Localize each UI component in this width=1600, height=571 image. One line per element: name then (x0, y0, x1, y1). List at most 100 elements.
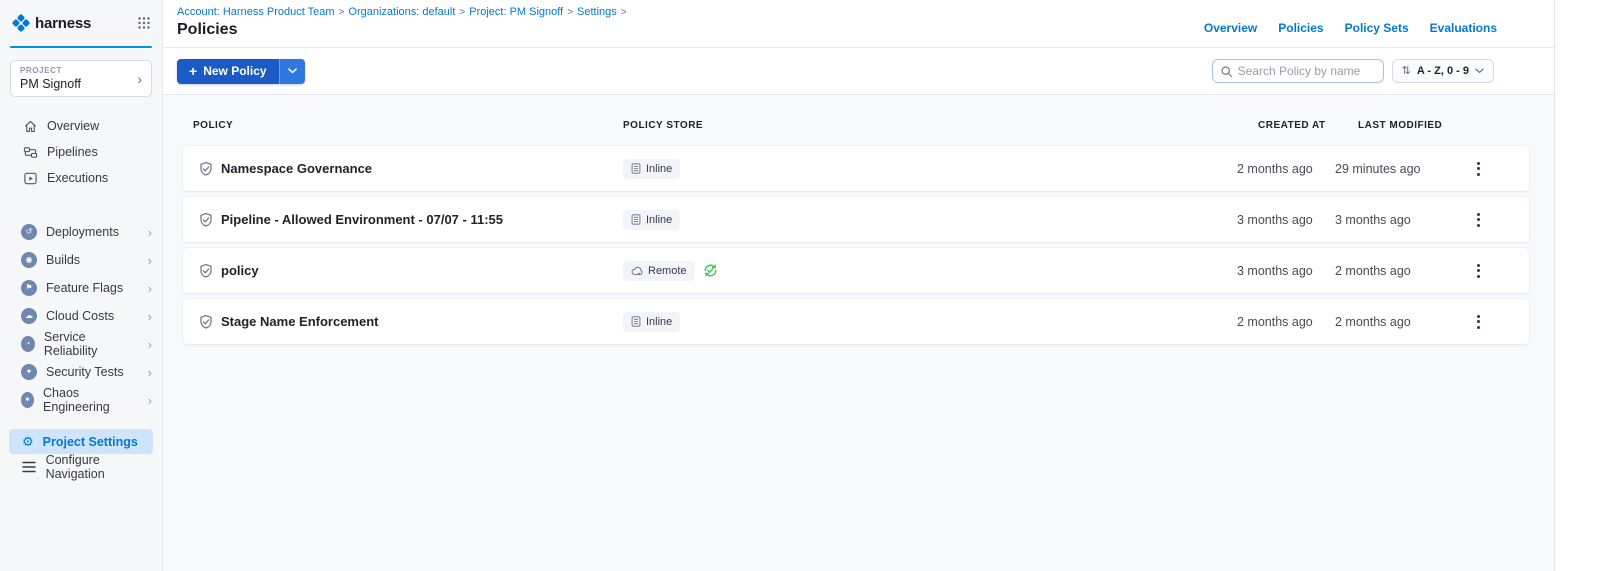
sidebar-item-configure-navigation[interactable]: Configure Navigation (0, 454, 162, 480)
created-at: 2 months ago (1237, 162, 1335, 176)
policy-store-badge: Inline (623, 312, 680, 332)
breadcrumb-organization[interactable]: Organizations: default (348, 6, 455, 18)
policy-name: Namespace Governance (221, 161, 372, 176)
sidebar-item-label: Deployments (46, 225, 119, 239)
row-menu-button[interactable] (1471, 260, 1486, 282)
brand-name: harness (35, 15, 91, 32)
toolbar: + New Policy ⇅ A - Z, 0 - 9 (163, 48, 1554, 95)
service-reliability-icon: ◔ (21, 336, 35, 352)
sidebar-item-feature-flags[interactable]: ⚑ Feature Flags › (0, 274, 162, 302)
breadcrumb-separator: > (339, 7, 345, 18)
sidebar-item-label: Chaos Engineering (43, 386, 130, 414)
table-row[interactable]: Stage Name Enforcement Inline 2 months a… (183, 299, 1529, 344)
policies-table: POLICY POLICY STORE CREATED AT LAST MODI… (163, 95, 1554, 571)
sync-success-icon (703, 263, 718, 278)
last-modified: 2 months ago (1335, 315, 1471, 329)
sidebar-modules-nav: ↺ Deployments › ◉ Builds › ⚑ Feature Fla… (0, 218, 162, 414)
sidebar-item-service-reliability[interactable]: ◔ Service Reliability › (0, 330, 162, 358)
plus-icon: + (189, 64, 197, 78)
sidebar-item-cloud-costs[interactable]: ☁ Cloud Costs › (0, 302, 162, 330)
breadcrumb-separator: > (621, 7, 627, 18)
policy-shield-check-icon (198, 212, 214, 228)
policy-name: policy (221, 263, 259, 278)
sort-dropdown[interactable]: ⇅ A - Z, 0 - 9 (1392, 59, 1494, 83)
harness-logo[interactable]: harness (12, 14, 91, 32)
tab-overview[interactable]: Overview (1204, 21, 1257, 35)
sidebar-item-label: Feature Flags (46, 281, 123, 295)
sidebar-item-label: Service Reliability (44, 330, 130, 358)
home-icon (22, 119, 38, 134)
chevron-down-icon (1475, 68, 1484, 74)
last-modified: 2 months ago (1335, 264, 1471, 278)
governance-tabs: Overview Policies Policy Sets Evaluation… (1204, 8, 1497, 47)
policy-name: Pipeline - Allowed Environment - 07/07 -… (221, 212, 503, 227)
chevron-right-icon: › (148, 253, 152, 268)
sidebar: harness PROJECT PM Signoff › Overview Pi… (0, 0, 163, 571)
feature-flags-icon: ⚑ (21, 280, 37, 296)
sidebar-item-executions[interactable]: Executions (0, 165, 162, 191)
created-at: 3 months ago (1237, 213, 1335, 227)
chevron-right-icon: › (148, 309, 152, 324)
policy-shield-check-icon (198, 263, 214, 279)
breadcrumb-separator: > (459, 7, 465, 18)
row-menu-button[interactable] (1471, 158, 1486, 180)
sidebar-item-label: Overview (47, 119, 99, 133)
executions-icon (22, 171, 38, 186)
breadcrumb-account[interactable]: Account: Harness Product Team (177, 6, 335, 18)
search-icon (1220, 65, 1233, 78)
sidebar-item-label: Pipelines (47, 145, 98, 159)
new-policy-dropdown-button[interactable] (279, 59, 305, 84)
sidebar-item-label: Cloud Costs (46, 309, 114, 323)
gear-icon: ⚙ (22, 435, 34, 448)
table-row[interactable]: Namespace Governance Inline 2 months ago… (183, 146, 1529, 191)
toolbar-right: ⇅ A - Z, 0 - 9 (1212, 59, 1494, 83)
document-icon (631, 163, 641, 174)
sidebar-item-security-tests[interactable]: ✦ Security Tests › (0, 358, 162, 386)
sidebar-top-nav: Overview Pipelines Executions (0, 113, 162, 191)
chaos-engineering-icon: ✶ (21, 392, 34, 408)
new-policy-button[interactable]: + New Policy (177, 59, 279, 84)
table-row[interactable]: policy Remote 3 months ago 2 months ago (183, 248, 1529, 293)
row-menu-button[interactable] (1471, 311, 1486, 333)
app-grid-icon[interactable] (138, 17, 150, 29)
new-policy-label: New Policy (203, 64, 266, 78)
created-at: 2 months ago (1237, 315, 1335, 329)
page-header: Account: Harness Product Team > Organiza… (163, 0, 1554, 48)
pipelines-icon (22, 145, 38, 160)
project-label: PROJECT (20, 66, 81, 75)
breadcrumb-settings[interactable]: Settings (577, 6, 617, 18)
security-tests-icon: ✦ (21, 364, 37, 380)
sidebar-item-overview[interactable]: Overview (0, 113, 162, 139)
table-header-row: POLICY POLICY STORE CREATED AT LAST MODI… (183, 113, 1529, 138)
last-modified: 3 months ago (1335, 213, 1471, 227)
remote-cloud-icon (631, 266, 643, 276)
row-menu-button[interactable] (1471, 209, 1486, 231)
sidebar-item-deployments[interactable]: ↺ Deployments › (0, 218, 162, 246)
sidebar-item-project-settings[interactable]: ⚙ Project Settings (9, 429, 153, 454)
breadcrumb: Account: Harness Product Team > Organiza… (177, 6, 627, 18)
sidebar-item-builds[interactable]: ◉ Builds › (0, 246, 162, 274)
project-selector[interactable]: PROJECT PM Signoff › (10, 60, 152, 97)
search-input[interactable] (1238, 64, 1376, 78)
sidebar-bottom-nav: ⚙ Project Settings Configure Navigation (0, 429, 162, 480)
last-modified: 29 minutes ago (1335, 162, 1471, 176)
tab-evaluations[interactable]: Evaluations (1430, 21, 1497, 35)
tab-policies[interactable]: Policies (1278, 21, 1323, 35)
document-icon (631, 214, 641, 225)
sort-label: A - Z, 0 - 9 (1417, 65, 1469, 77)
table-row[interactable]: Pipeline - Allowed Environment - 07/07 -… (183, 197, 1529, 242)
breadcrumb-project[interactable]: Project: PM Signoff (469, 6, 563, 18)
sidebar-item-chaos-engineering[interactable]: ✶ Chaos Engineering › (0, 386, 162, 414)
sidebar-header: harness (0, 0, 162, 46)
policy-name: Stage Name Enforcement (221, 314, 379, 329)
sidebar-item-label: Builds (46, 253, 80, 267)
breadcrumb-separator: > (567, 7, 573, 18)
chevron-right-icon: › (148, 281, 152, 296)
sidebar-item-label: Executions (47, 171, 108, 185)
brand-underline (10, 46, 152, 48)
tab-policy-sets[interactable]: Policy Sets (1345, 21, 1409, 35)
policy-shield-check-icon (198, 314, 214, 330)
builds-icon: ◉ (21, 252, 37, 268)
sidebar-item-pipelines[interactable]: Pipelines (0, 139, 162, 165)
sidebar-item-label: Security Tests (46, 365, 124, 379)
